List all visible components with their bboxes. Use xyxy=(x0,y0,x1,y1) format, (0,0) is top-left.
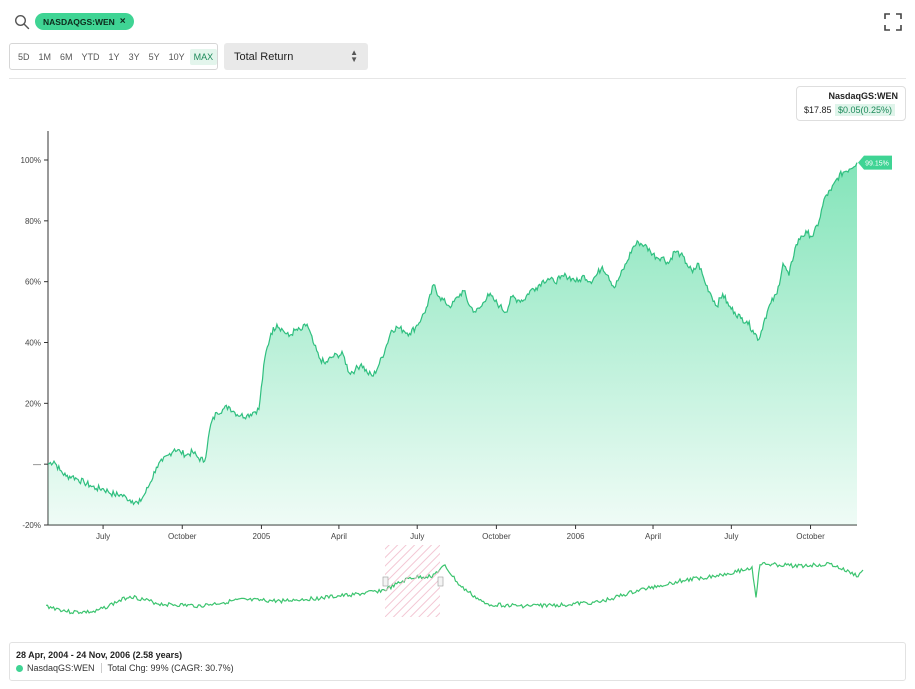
y-tick-label: 60% xyxy=(25,278,41,287)
y-tick-label: 40% xyxy=(25,339,41,348)
x-tick-label: July xyxy=(96,532,110,541)
x-tick-label: October xyxy=(168,532,197,541)
x-tick-label: July xyxy=(410,532,424,541)
x-tick-label: 2006 xyxy=(567,532,585,541)
x-tick-label: April xyxy=(331,532,347,541)
x-tick-label: 2005 xyxy=(253,532,271,541)
total-change: Total Chg: 99% (CAGR: 30.7%) xyxy=(107,663,234,673)
y-tick-label: 20% xyxy=(25,399,41,408)
series-area xyxy=(48,162,857,525)
y-tick-label: -20% xyxy=(22,521,41,530)
series-summary: NasdaqGS:WEN Total Chg: 99% (CAGR: 30.7%… xyxy=(16,663,234,673)
navigator-handle-left[interactable] xyxy=(382,576,389,587)
legend-dot xyxy=(16,664,23,672)
x-tick-label: October xyxy=(482,532,511,541)
series-name: NasdaqGS:WEN xyxy=(27,663,95,673)
y-tick-label: 100% xyxy=(21,156,41,165)
separator xyxy=(100,663,102,673)
navigator-selection[interactable] xyxy=(385,545,440,617)
navigator-handle-right[interactable] xyxy=(437,576,444,587)
y-tick-label: 80% xyxy=(25,217,41,226)
x-tick-label: July xyxy=(724,532,738,541)
x-tick-label: April xyxy=(645,532,661,541)
range-summary: 28 Apr, 2004 - 24 Nov, 2006 (2.58 years)… xyxy=(9,642,906,681)
y-tick-label: — xyxy=(33,460,41,469)
end-value-label: 99.15% xyxy=(865,161,889,168)
navigator-line xyxy=(45,561,864,615)
date-range-text: 28 Apr, 2004 - 24 Nov, 2006 (2.58 years) xyxy=(16,650,183,660)
total-return-chart[interactable]: 100% 80% 60% 40% 20% — -20% July October 2005 Apri… xyxy=(0,0,915,640)
navigator[interactable] xyxy=(45,545,864,617)
x-tick-label: October xyxy=(796,532,825,541)
